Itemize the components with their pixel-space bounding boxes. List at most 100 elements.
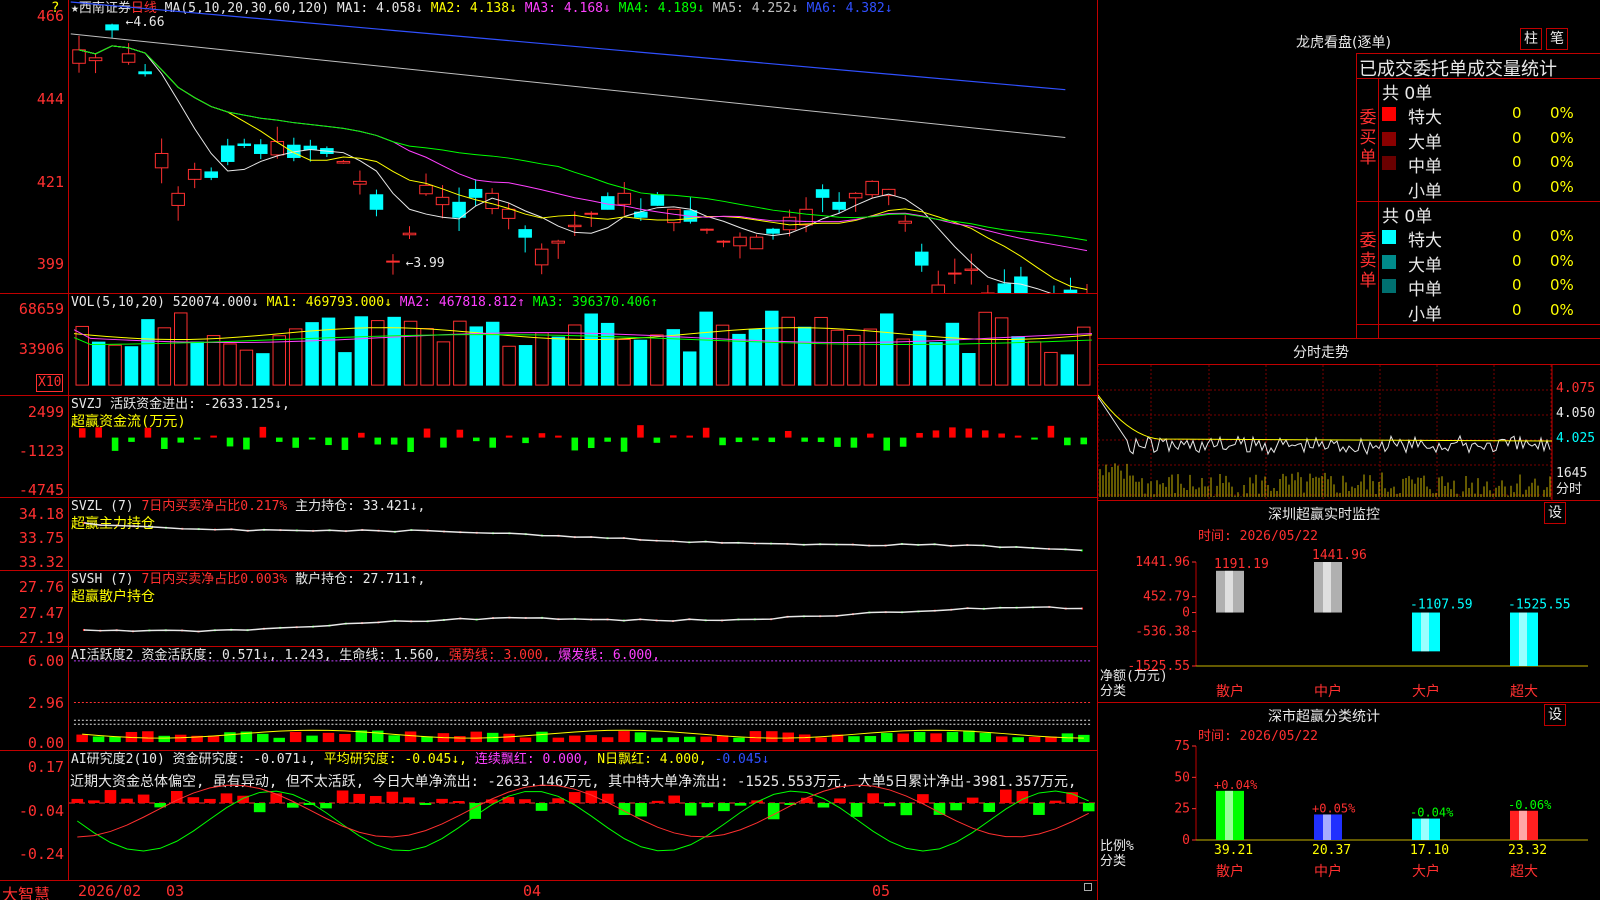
volume-pane[interactable]: VOL(5,10,20) 520074.000↓ MA1: 469793.000… bbox=[0, 294, 1098, 396]
sz-monitor-settings-button[interactable]: 设 bbox=[1544, 502, 1566, 524]
research-bar bbox=[983, 803, 996, 812]
x10-label: X10 bbox=[36, 374, 64, 392]
candlestick-pane[interactable]: ★西南证券日线 MA(5,10,20,30,60,120) MA1: 4.058… bbox=[0, 0, 1098, 294]
sz-class-settings-button[interactable]: 设 bbox=[1544, 704, 1566, 726]
svsh-pane[interactable]: SVSH (7) 7日内买卖净占比0.003% 散户持仓: 27.711↑, 超… bbox=[0, 571, 1098, 647]
research-bar bbox=[220, 793, 233, 803]
candle-body bbox=[187, 168, 202, 180]
pen-mode-button[interactable]: 笔 bbox=[1546, 28, 1568, 50]
activity-bar bbox=[142, 731, 154, 743]
volume-bar bbox=[962, 353, 976, 386]
volume-chart[interactable] bbox=[69, 294, 1097, 395]
x-axis-title: 分类 bbox=[1100, 684, 1126, 699]
research-bar bbox=[602, 793, 614, 803]
volume-bar bbox=[239, 349, 254, 386]
candle-body bbox=[898, 220, 913, 224]
svzj-tick: -4745 bbox=[18, 481, 64, 499]
volume-bar bbox=[978, 311, 992, 386]
svzl-chart[interactable] bbox=[69, 498, 1097, 570]
ai-activity-chart[interactable] bbox=[69, 647, 1097, 750]
research-bar bbox=[320, 803, 332, 809]
research-bar bbox=[535, 803, 548, 811]
sz-class-chart[interactable]: 时间: 2026/05/22 75 50 25 0 39.21 +0.04% 散户 20.37 +… bbox=[1098, 724, 1600, 900]
candle-body bbox=[650, 194, 665, 206]
row-label: 小单 bbox=[1408, 304, 1442, 325]
bar-mode-button[interactable]: 柱 bbox=[1520, 28, 1542, 50]
volume-bar bbox=[157, 327, 172, 386]
ai-act-tick: 2.96 bbox=[27, 694, 64, 712]
candle-body bbox=[700, 228, 714, 231]
volume-bar bbox=[124, 346, 139, 386]
sell-row: 特大 0 0% bbox=[1382, 226, 1574, 251]
candle-body bbox=[253, 144, 268, 154]
y-tick-label: 452.79 bbox=[1143, 590, 1190, 605]
svzj-tick: 2499 bbox=[27, 403, 64, 421]
candlestick-chart[interactable]: ←4.66 ←3.99 bbox=[69, 0, 1097, 293]
candle-body bbox=[848, 192, 863, 199]
volume-bar bbox=[896, 338, 910, 386]
ai-activity-pane[interactable]: AI活跃度2 资金活跃度: 0.571↓, 1.243, 生命线: 1.560,… bbox=[0, 647, 1098, 751]
candle-body bbox=[865, 180, 879, 196]
candle-body bbox=[832, 201, 846, 210]
candle-body bbox=[369, 194, 384, 210]
research-bar bbox=[369, 795, 382, 803]
volume-bar bbox=[715, 324, 730, 386]
chart-time: 时间: 2026/05/22 bbox=[1198, 529, 1318, 544]
research-bar bbox=[850, 803, 863, 817]
candle-body bbox=[435, 196, 450, 206]
research-bar bbox=[950, 803, 962, 811]
color-swatch bbox=[1382, 156, 1396, 170]
buy-row: 中单 0 0% bbox=[1382, 152, 1574, 177]
volume-bar bbox=[206, 335, 221, 386]
svsh-chart[interactable] bbox=[69, 571, 1097, 646]
flow-bar bbox=[193, 437, 201, 440]
intraday-chart[interactable]: 4.075 4.050 4.025 1645分时 bbox=[1098, 365, 1600, 500]
ai-research-chart[interactable] bbox=[69, 751, 1097, 880]
candle-body bbox=[270, 141, 285, 156]
row-count: 0 bbox=[1512, 153, 1522, 171]
activity-bar bbox=[798, 734, 811, 743]
activity-bar bbox=[864, 736, 877, 743]
corner-marker[interactable]: ? bbox=[51, 0, 59, 16]
volume-bar bbox=[420, 328, 434, 386]
research-bar bbox=[386, 791, 399, 803]
category-label: 超大 bbox=[1510, 684, 1538, 700]
activity-bar bbox=[109, 736, 121, 743]
flow-bar bbox=[1080, 437, 1088, 445]
ai-research-pane[interactable]: AI研究度2(10) 资金研究度: -0.071↓, 平均研究度: -0.045… bbox=[0, 751, 1098, 880]
row-label: 特大 bbox=[1408, 231, 1442, 251]
activity-bar bbox=[224, 732, 236, 743]
candle-body bbox=[204, 171, 218, 178]
volume-bar bbox=[1027, 341, 1042, 386]
svzl-tick: 33.32 bbox=[18, 553, 64, 571]
research-bar bbox=[867, 793, 879, 803]
app-logo[interactable]: 大智慧 bbox=[2, 881, 50, 900]
flow-bar bbox=[801, 437, 808, 442]
flow-bar bbox=[653, 437, 661, 443]
activity-bar bbox=[92, 736, 105, 743]
svzl-tick: 33.75 bbox=[18, 529, 64, 547]
svsh-tick: 27.47 bbox=[18, 604, 64, 622]
flow-bar bbox=[456, 429, 464, 438]
svzj-pane[interactable]: SVZJ 活跃资金进出: -2633.125↓, 超赢资金流(万元) 2499 … bbox=[0, 396, 1098, 498]
research-bar bbox=[270, 793, 283, 803]
flow-bar bbox=[555, 435, 562, 438]
svzj-chart[interactable] bbox=[69, 396, 1097, 497]
sell-total: 共 0单 bbox=[1382, 207, 1433, 227]
flow-bar bbox=[1047, 425, 1055, 438]
candle-body bbox=[237, 143, 252, 147]
main-chart-area[interactable]: ★西南证券日线 MA(5,10,20,30,60,120) MA1: 4.058… bbox=[0, 0, 1098, 900]
svzl-pane[interactable]: SVZL (7) 7日内买卖净占比0.217% 主力持仓: 33.421↓, 超… bbox=[0, 498, 1098, 571]
flow-bar bbox=[916, 432, 923, 438]
buy-row: 小单 0 0% bbox=[1382, 177, 1574, 202]
activity-bar bbox=[1012, 737, 1024, 743]
candle-body bbox=[716, 240, 731, 243]
flow-bar bbox=[949, 427, 956, 438]
sz-monitor-chart[interactable]: 时间: 2026/05/22 1441.96 452.790 -536.38 -1525… bbox=[1098, 524, 1600, 702]
activity-bar bbox=[683, 736, 696, 743]
color-swatch bbox=[1382, 107, 1396, 121]
activity-bar bbox=[536, 731, 548, 743]
date-label: 2026/02 bbox=[78, 882, 142, 900]
lock-icon[interactable] bbox=[1084, 883, 1092, 891]
volume-bar bbox=[535, 332, 549, 386]
